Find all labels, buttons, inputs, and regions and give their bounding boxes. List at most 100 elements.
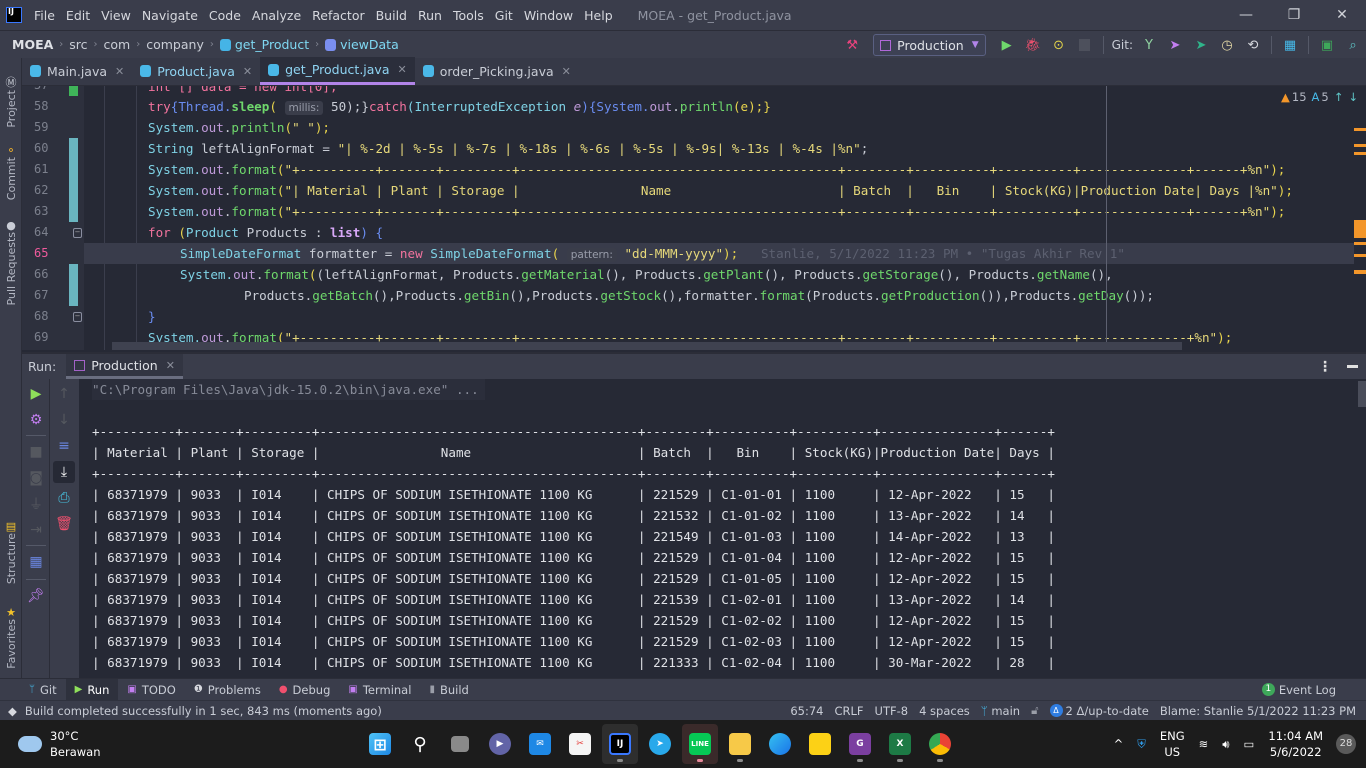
start-button[interactable]: ⊞ bbox=[362, 724, 398, 764]
terminal-icon[interactable]: ▣ bbox=[1316, 34, 1338, 56]
trash-icon[interactable]: 🗑︎ bbox=[50, 513, 78, 535]
exit-icon[interactable]: ⇥ bbox=[22, 519, 50, 541]
tool-tab-structure[interactable]: Structure ▤ bbox=[0, 516, 22, 586]
breadcrumb-com[interactable]: com bbox=[104, 37, 131, 52]
console-scrollbar[interactable] bbox=[1358, 381, 1366, 407]
arrow-down-icon[interactable]: ↓ bbox=[50, 409, 78, 431]
run-configuration-select[interactable]: Production ▼ bbox=[873, 34, 986, 56]
intellij-button[interactable]: IJ bbox=[602, 724, 638, 764]
breadcrumb-project[interactable]: MOEA bbox=[12, 37, 53, 52]
tool-tab-project[interactable]: Project Ⓜ bbox=[0, 66, 22, 132]
blame-info[interactable]: Blame: Stanlie 5/1/2022 11:23 PM bbox=[1160, 704, 1356, 718]
git-push-icon[interactable]: ➤ bbox=[1190, 34, 1212, 56]
run-tab-production[interactable]: Production ✕ bbox=[66, 354, 183, 379]
lock-open-icon[interactable]: 🔓︎ bbox=[1031, 703, 1038, 718]
run-console-output[interactable]: "C:\Program Files\Java\jdk-15.0.2\bin\ja… bbox=[79, 379, 1366, 678]
run-with-coverage-icon[interactable]: ⊙ bbox=[1048, 34, 1070, 56]
snipping-tool-button[interactable]: ✂ bbox=[562, 724, 598, 764]
menu-file[interactable]: File bbox=[34, 8, 55, 23]
tool-tab-git[interactable]: ᛘ Git bbox=[20, 679, 66, 701]
breadcrumb-src[interactable]: src bbox=[69, 37, 87, 52]
git-update-icon[interactable]: Y bbox=[1138, 34, 1160, 56]
tool-tab-todo[interactable]: ▣ TODO bbox=[118, 679, 184, 701]
clock[interactable]: 11:04 AM 5/6/2022 bbox=[1268, 728, 1323, 760]
hide-panel-icon[interactable] bbox=[1347, 365, 1358, 368]
arrow-up-icon[interactable]: ↑ bbox=[50, 383, 78, 405]
vcs-modified-marker[interactable] bbox=[69, 138, 78, 222]
project-structure-icon[interactable]: ▦ bbox=[1279, 34, 1301, 56]
menu-window[interactable]: Window bbox=[524, 8, 573, 23]
file-encoding[interactable]: UTF-8 bbox=[875, 704, 909, 718]
tool-tab-commit[interactable]: Commit ⚬ bbox=[0, 138, 22, 204]
menu-help[interactable]: Help bbox=[584, 8, 613, 23]
warning-marker[interactable] bbox=[1354, 254, 1366, 257]
code-editor[interactable]: 57 58 59 60 61 62 63 64 65 66 67 68 69 −… bbox=[22, 86, 1366, 350]
layout-icon[interactable]: ▦ bbox=[22, 551, 50, 573]
wifi-icon[interactable]: ≋ bbox=[1199, 736, 1209, 752]
volume-icon[interactable]: 🔊︎ bbox=[1222, 736, 1229, 752]
fold-collapse-icon[interactable]: − bbox=[73, 312, 82, 322]
rollback-icon[interactable]: ⟲ bbox=[1242, 34, 1264, 56]
rerun-icon[interactable]: ▶ bbox=[22, 383, 50, 405]
build-hammer-icon[interactable]: ⚒ bbox=[841, 34, 863, 56]
stop-icon[interactable] bbox=[1074, 34, 1096, 56]
vcs-modified-marker[interactable] bbox=[69, 264, 78, 306]
menu-view[interactable]: View bbox=[101, 8, 131, 23]
warning-marker[interactable] bbox=[1354, 128, 1366, 131]
search-button[interactable]: ⚲ bbox=[402, 724, 438, 764]
line-separator[interactable]: CRLF bbox=[835, 704, 864, 718]
search-icon[interactable]: ⌕ bbox=[1342, 34, 1364, 56]
excel-button[interactable]: X bbox=[882, 724, 918, 764]
weather-widget[interactable]: 30°C Berawan bbox=[18, 728, 100, 760]
warning-marker[interactable] bbox=[1354, 152, 1366, 155]
close-tab-icon[interactable]: ✕ bbox=[166, 359, 175, 372]
camera-icon[interactable]: ◙ bbox=[22, 467, 50, 489]
tool-tab-run[interactable]: ▶ Run bbox=[65, 678, 119, 701]
tab-product-java[interactable]: Product.java ✕ bbox=[132, 57, 260, 85]
menu-code[interactable]: Code bbox=[209, 8, 241, 23]
chrome-button[interactable] bbox=[922, 724, 958, 764]
breadcrumb-company[interactable]: company bbox=[146, 37, 204, 52]
tool-tab-debug[interactable]: ● Debug bbox=[270, 679, 340, 701]
menu-edit[interactable]: Edit bbox=[66, 8, 90, 23]
caret-position[interactable]: 65:74 bbox=[790, 704, 823, 718]
notification-count-badge[interactable]: 28 bbox=[1336, 734, 1356, 754]
previous-highlight-icon[interactable]: ↑ bbox=[1334, 90, 1344, 104]
tool-tab-problems[interactable]: ❶ Problems bbox=[185, 679, 270, 701]
tool-tab-pull-requests[interactable]: Pull Requests ● bbox=[0, 216, 22, 306]
event-log-button[interactable]: 1 Event Log bbox=[1261, 683, 1336, 697]
git-branch-widget[interactable]: ᛘ main bbox=[981, 704, 1020, 718]
security-shield-icon[interactable]: ⛨ bbox=[1137, 736, 1146, 752]
warning-marker[interactable] bbox=[1354, 220, 1366, 238]
menu-tools[interactable]: Tools bbox=[453, 8, 484, 23]
tab-main-java[interactable]: Main.java ✕ bbox=[22, 57, 132, 85]
warning-marker[interactable] bbox=[1354, 144, 1366, 147]
mail-button[interactable]: ✉ bbox=[522, 724, 558, 764]
show-hidden-icons-chevron-icon[interactable]: ^ bbox=[1114, 736, 1124, 752]
menu-build[interactable]: Build bbox=[376, 8, 407, 23]
tab-get-product-java[interactable]: get_Product.java ✕ bbox=[260, 57, 415, 85]
file-explorer-button[interactable] bbox=[722, 724, 758, 764]
tool-tab-favorites[interactable]: Favorites ★ bbox=[0, 601, 22, 671]
indent-setting[interactable]: 4 spaces bbox=[919, 704, 970, 718]
menu-run[interactable]: Run bbox=[418, 8, 442, 23]
line-button[interactable]: LINE bbox=[682, 724, 718, 764]
tab-order-picking-java[interactable]: order_Picking.java ✕ bbox=[415, 57, 579, 85]
telegram-button[interactable]: ➤ bbox=[642, 724, 678, 764]
scroll-to-end-icon[interactable]: ⤓ bbox=[53, 461, 75, 483]
editor-gutter[interactable]: 57 58 59 60 61 62 63 64 65 66 67 68 69 −… bbox=[22, 86, 84, 350]
breadcrumb-method[interactable]: viewData bbox=[340, 37, 399, 52]
close-tab-icon[interactable]: ✕ bbox=[562, 65, 571, 78]
task-view-button[interactable] bbox=[442, 724, 478, 764]
close-tab-icon[interactable]: ✕ bbox=[243, 65, 252, 78]
stop-icon[interactable]: ■ bbox=[22, 441, 50, 463]
error-stripe[interactable] bbox=[1352, 116, 1366, 350]
tool-tab-build[interactable]: ▮ Build bbox=[420, 679, 477, 701]
horizontal-scrollbar[interactable] bbox=[112, 342, 1182, 350]
more-options-icon[interactable]: ⋮ bbox=[1318, 359, 1332, 375]
next-highlight-icon[interactable]: ↓ bbox=[1348, 90, 1358, 104]
code-area[interactable]: int [] data = new int[0]; try{Thread.sle… bbox=[84, 86, 1354, 350]
language-indicator[interactable]: ENG US bbox=[1160, 728, 1185, 760]
menu-refactor[interactable]: Refactor bbox=[312, 8, 364, 23]
menu-analyze[interactable]: Analyze bbox=[252, 8, 301, 23]
